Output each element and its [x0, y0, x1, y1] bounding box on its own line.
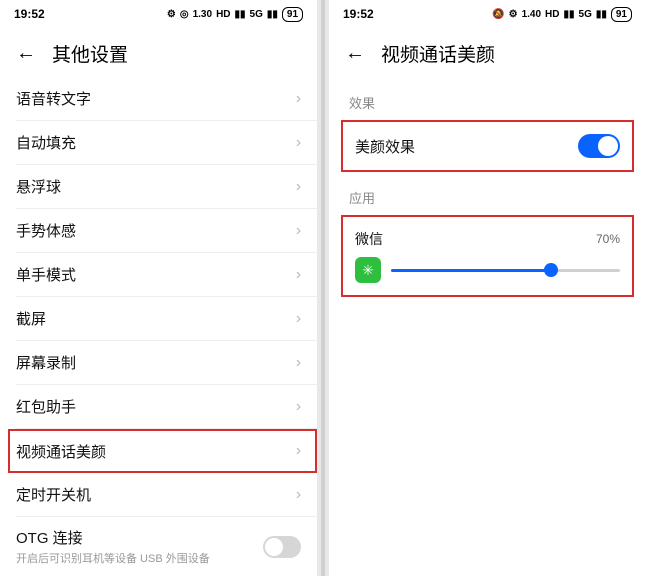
status-time: 19:52 — [343, 7, 374, 21]
hd-icon: HD — [216, 9, 230, 20]
signal-icon: ▮▮ — [564, 9, 575, 20]
app-percent: 70% — [596, 232, 620, 246]
chevron-right-icon: › — [296, 354, 301, 372]
item-label: 视频通话美颜 — [16, 441, 106, 462]
item-voice-to-text[interactable]: 语音转文字 › — [16, 77, 317, 121]
chevron-right-icon: › — [296, 442, 301, 460]
item-label: 定时开关机 — [16, 484, 91, 505]
item-red-packet[interactable]: 红包助手 › — [16, 385, 317, 429]
chevron-right-icon: › — [296, 398, 301, 416]
item-gestures[interactable]: 手势体感 › — [16, 209, 317, 253]
chevron-right-icon: › — [296, 134, 301, 152]
item-autofill[interactable]: 自动填充 › — [16, 121, 317, 165]
network-type: 5G — [250, 9, 263, 20]
bluetooth-icon: ⚙ — [167, 9, 176, 20]
mute-icon: 🔕 — [492, 9, 504, 20]
chevron-right-icon: › — [296, 266, 301, 284]
status-indicators: 🔕 ⚙ 1.40 HD ▮▮ 5G ▮▮ 91 — [492, 7, 632, 22]
page-title: 其他设置 — [52, 40, 128, 67]
section-apps: 应用 — [329, 172, 646, 215]
item-floating-ball[interactable]: 悬浮球 › — [16, 165, 317, 209]
beauty-effect-row[interactable]: 美颜效果 — [355, 134, 620, 158]
slider-fill — [391, 269, 551, 272]
item-screenshot[interactable]: 截屏 › — [16, 297, 317, 341]
chevron-right-icon: › — [296, 486, 301, 504]
status-time: 19:52 — [14, 7, 45, 21]
item-label: 手势体感 — [16, 220, 76, 241]
wechat-icon: ✳ — [355, 257, 381, 283]
chevron-right-icon: › — [296, 310, 301, 328]
beauty-toggle[interactable] — [578, 134, 620, 158]
item-video-beauty[interactable]: 视频通话美颜 › — [8, 429, 317, 473]
location-icon: ◎ — [180, 9, 189, 20]
network-type: 5G — [579, 9, 592, 20]
bluetooth-icon: ⚙ — [509, 9, 518, 20]
section-effect: 效果 — [329, 77, 646, 120]
status-bar: 19:52 🔕 ⚙ 1.40 HD ▮▮ 5G ▮▮ 91 — [329, 0, 646, 28]
left-screen: 19:52 ⚙ ◎ 1.30 HD ▮▮ 5G ▮▮ 91 ← 其他设置 语音转… — [0, 0, 317, 576]
item-label: 截屏 — [16, 308, 46, 329]
item-label: 红包助手 — [16, 396, 76, 417]
back-button[interactable]: ← — [16, 42, 36, 65]
effect-label: 美颜效果 — [355, 136, 415, 157]
app-name: 微信 — [355, 229, 383, 249]
net-speed: 1.40 — [522, 9, 541, 20]
apps-card: 微信 70% ✳ — [341, 215, 634, 297]
app-row-header: 微信 70% — [355, 229, 620, 249]
item-screen-record[interactable]: 屏幕录制 › — [16, 341, 317, 385]
battery-indicator: 91 — [282, 7, 303, 22]
settings-list: 语音转文字 › 自动填充 › 悬浮球 › 手势体感 › 单手模式 › 截屏 › … — [0, 77, 317, 576]
signal-icon-2: ▮▮ — [267, 9, 278, 20]
chevron-right-icon: › — [296, 90, 301, 108]
item-otg[interactable]: OTG 连接 开启后可识别耳机等设备 USB 外围设备 — [16, 517, 317, 568]
header: ← 视频通话美颜 — [329, 28, 646, 77]
signal-icon: ▮▮ — [235, 9, 246, 20]
item-label: 悬浮球 — [16, 176, 61, 197]
chevron-right-icon: › — [296, 222, 301, 240]
slider-thumb[interactable] — [544, 263, 558, 277]
status-bar: 19:52 ⚙ ◎ 1.30 HD ▮▮ 5G ▮▮ 91 — [0, 0, 317, 28]
right-screen: 19:52 🔕 ⚙ 1.40 HD ▮▮ 5G ▮▮ 91 ← 视频通话美颜 效… — [329, 0, 646, 576]
page-title: 视频通话美颜 — [381, 40, 495, 67]
app-slider-row: ✳ — [355, 257, 620, 283]
chevron-right-icon: › — [296, 178, 301, 196]
signal-icon-2: ▮▮ — [596, 9, 607, 20]
item-label: 语音转文字 — [16, 88, 91, 109]
back-button[interactable]: ← — [345, 42, 365, 65]
hd-icon: HD — [545, 9, 559, 20]
header: ← 其他设置 — [0, 28, 317, 77]
otg-toggle[interactable] — [263, 536, 301, 558]
beauty-slider[interactable] — [391, 269, 620, 272]
otg-label: OTG 连接 — [16, 527, 210, 548]
item-label: 单手模式 — [16, 264, 76, 285]
item-one-hand[interactable]: 单手模式 › — [16, 253, 317, 297]
effect-card: 美颜效果 — [341, 120, 634, 172]
item-scheduled-power[interactable]: 定时开关机 › — [16, 473, 317, 517]
item-label: 自动填充 — [16, 132, 76, 153]
status-indicators: ⚙ ◎ 1.30 HD ▮▮ 5G ▮▮ 91 — [167, 7, 303, 22]
battery-indicator: 91 — [611, 7, 632, 22]
item-label: 屏幕录制 — [16, 352, 76, 373]
otg-subtitle: 开启后可识别耳机等设备 USB 外围设备 — [16, 548, 210, 566]
net-speed: 1.30 — [193, 9, 212, 20]
